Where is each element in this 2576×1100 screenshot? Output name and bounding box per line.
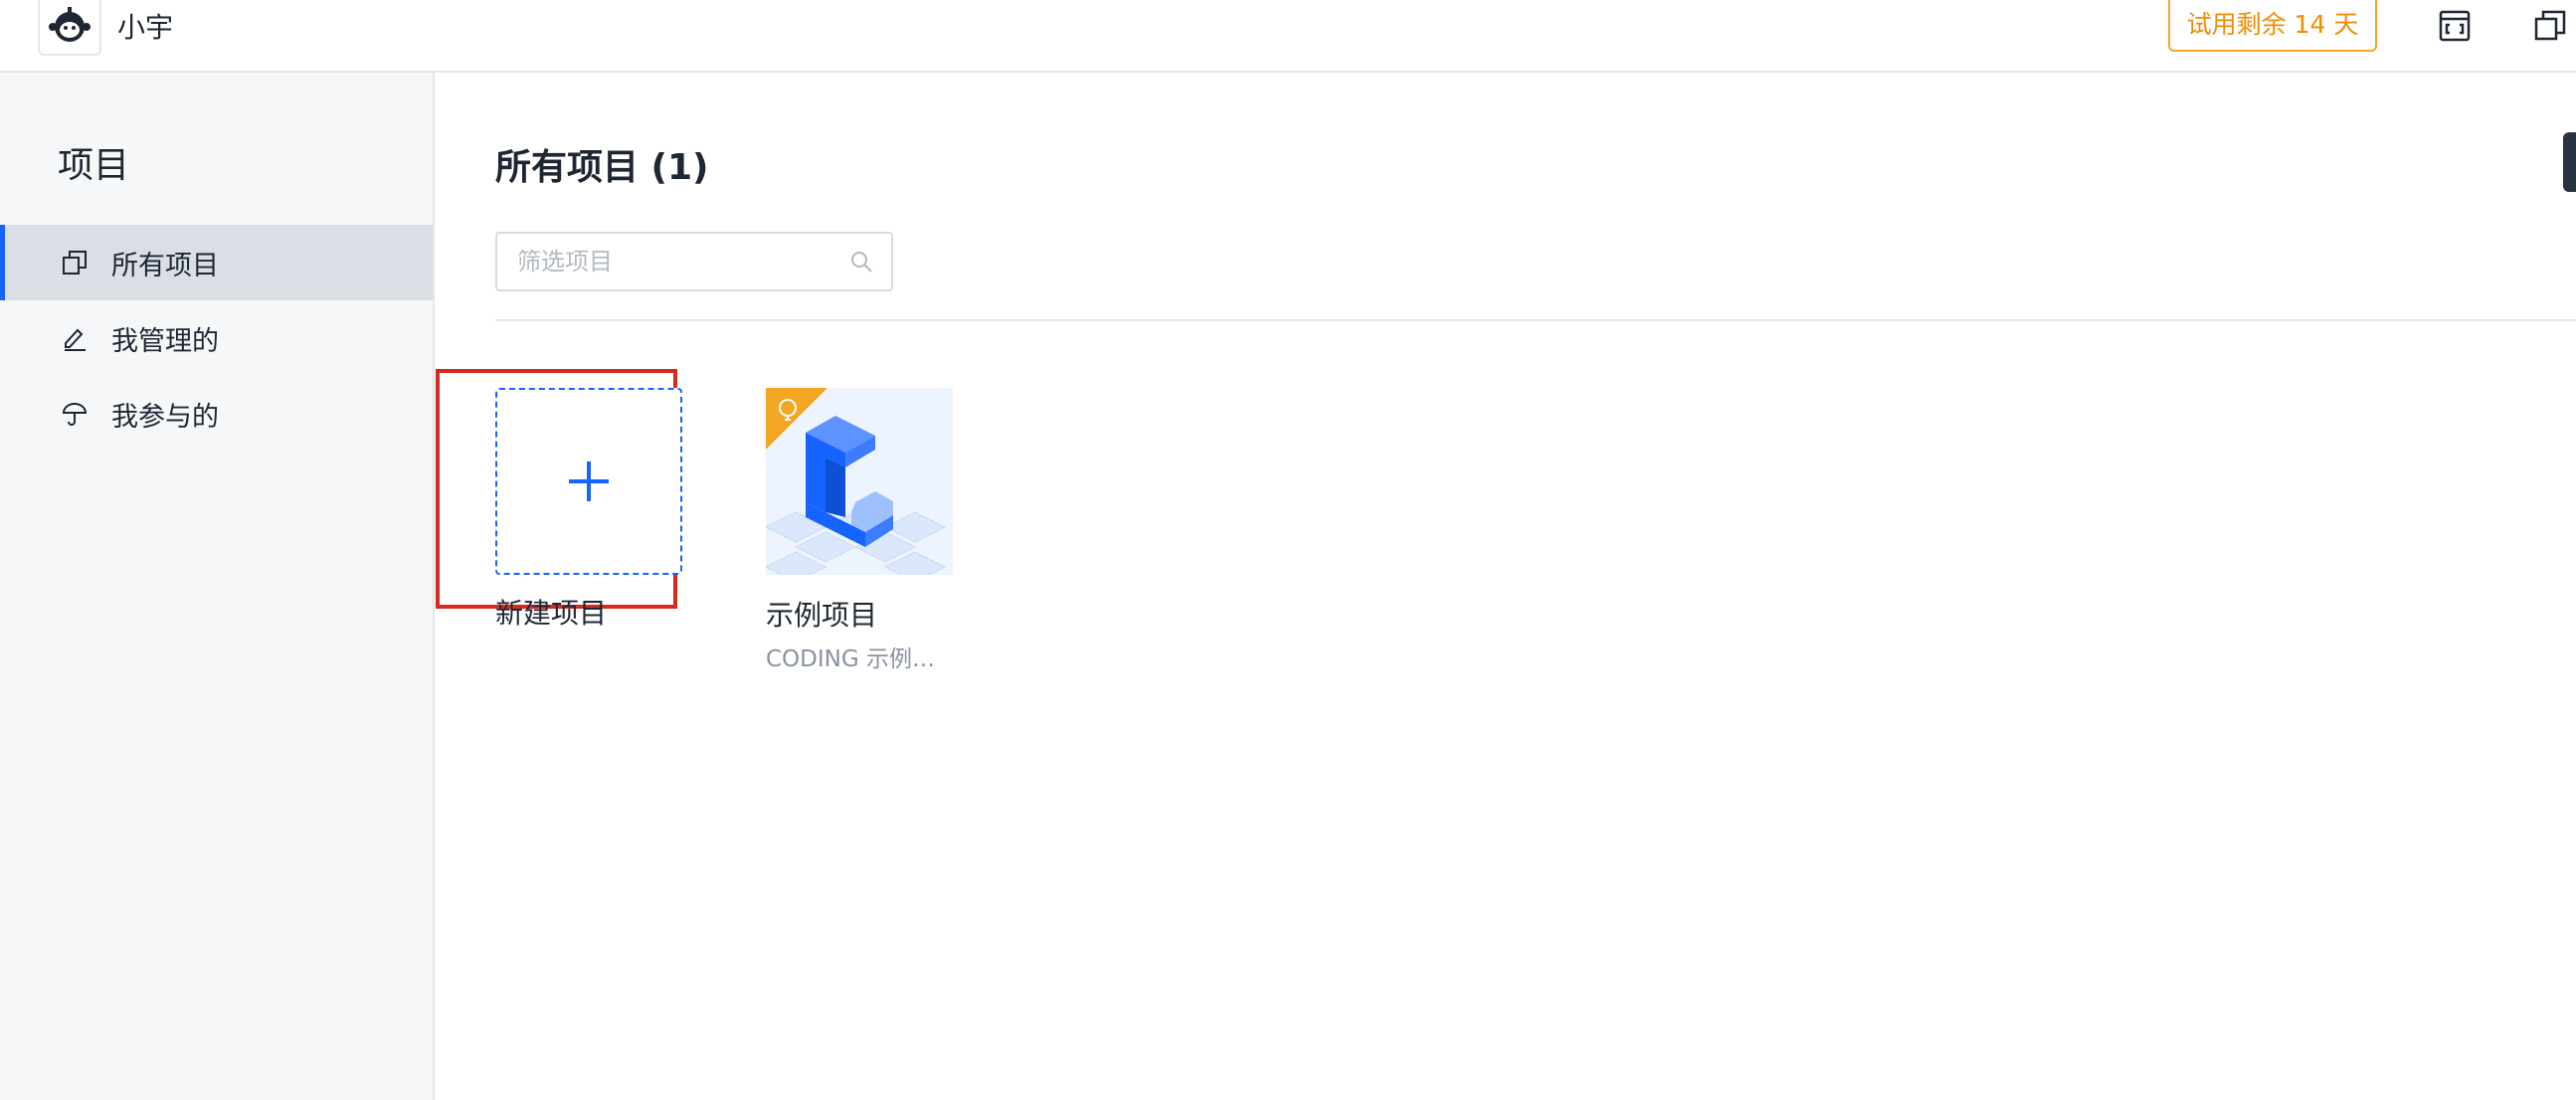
create-project-button-edge[interactable] <box>2563 132 2576 192</box>
pencil-icon <box>60 323 90 353</box>
project-description: CODING 示例… <box>766 646 935 672</box>
new-project-label[interactable]: 新建项目 <box>495 592 607 632</box>
project-card[interactable] <box>766 388 953 575</box>
copy-icon <box>60 248 90 277</box>
project-filter[interactable] <box>495 232 893 291</box>
top-bar: 小宇 试用剩余 14 天 <box>0 0 2576 73</box>
trial-badge[interactable]: 试用剩余 14 天 <box>2168 0 2377 52</box>
team-logo[interactable] <box>38 0 101 56</box>
sidebar-item-label: 所有项目 <box>111 250 219 281</box>
sidebar-item-label: 我管理的 <box>111 325 219 357</box>
sidebar-item-label: 我参与的 <box>111 401 219 433</box>
new-project-button[interactable] <box>495 388 682 575</box>
search-input[interactable] <box>517 234 835 289</box>
plus-icon <box>569 461 609 501</box>
window-icon[interactable] <box>2530 6 2570 46</box>
project-cover-icon <box>766 388 953 575</box>
sidebar-item-managed[interactable]: 我管理的 <box>0 300 433 376</box>
robot-avatar-icon <box>49 7 91 42</box>
sidebar: 项目 所有项目 我管理的 我参与的 <box>0 73 435 1100</box>
sidebar-item-all-projects[interactable]: 所有项目 <box>0 225 433 300</box>
team-name[interactable]: 小宇 <box>117 6 173 46</box>
main-content: 所有项目 (1) 新建项目 <box>435 73 2576 1100</box>
umbrella-icon <box>60 399 90 429</box>
sidebar-title: 项目 <box>58 145 130 186</box>
search-icon[interactable] <box>849 250 873 274</box>
project-name[interactable]: 示例项目 <box>766 594 877 634</box>
page-title: 所有项目 (1) <box>495 147 709 188</box>
frame-icon[interactable] <box>2435 6 2475 46</box>
sidebar-item-participated[interactable]: 我参与的 <box>0 376 433 452</box>
divider <box>495 319 2576 321</box>
